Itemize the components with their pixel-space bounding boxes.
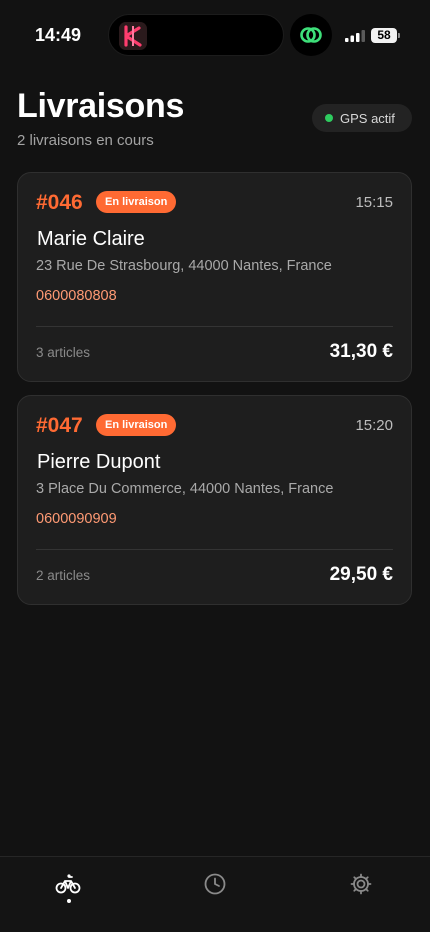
battery-icon: 58 bbox=[371, 28, 397, 43]
card-divider bbox=[36, 549, 393, 550]
status-bar: 14:49 58 bbox=[0, 0, 430, 70]
order-number: #046 bbox=[36, 191, 83, 214]
app-screen: 14:49 58 Livraisons 2 livraisons en cour… bbox=[0, 0, 430, 932]
page-subtitle: 2 livraisons en cours bbox=[17, 132, 154, 149]
customer-name: Marie Claire bbox=[37, 228, 145, 250]
gps-status-badge: GPS actif bbox=[312, 104, 412, 132]
live-activity-icon[interactable] bbox=[290, 14, 332, 56]
order-time: 15:15 bbox=[355, 194, 393, 211]
page-title: Livraisons bbox=[17, 87, 185, 125]
delivery-address[interactable]: 3 Place Du Commerce, 44000 Nantes, Franc… bbox=[36, 481, 333, 497]
order-total: 29,50 € bbox=[329, 564, 393, 585]
app-logo-icon bbox=[119, 22, 147, 50]
tab-deliveries[interactable] bbox=[38, 871, 98, 911]
gps-status-dot-icon bbox=[325, 114, 333, 122]
order-total: 31,30 € bbox=[329, 341, 393, 362]
delivery-card[interactable]: #047 En livraison 15:20 Pierre Dupont 3 … bbox=[17, 395, 412, 605]
customer-phone-link[interactable]: 0600090909 bbox=[36, 511, 117, 527]
status-badge: En livraison bbox=[96, 191, 177, 213]
delivery-card[interactable]: #046 En livraison 15:15 Marie Claire 23 … bbox=[17, 172, 412, 382]
gear-icon bbox=[350, 873, 372, 895]
delivery-address[interactable]: 23 Rue De Strasbourg, 44000 Nantes, Fran… bbox=[36, 258, 332, 274]
dynamic-island[interactable] bbox=[108, 14, 284, 56]
order-number: #047 bbox=[36, 414, 83, 437]
item-count: 2 articles bbox=[36, 568, 91, 583]
clock-icon bbox=[204, 873, 226, 895]
battery-tip bbox=[398, 33, 400, 38]
active-tab-indicator bbox=[67, 899, 71, 903]
item-count: 3 articles bbox=[36, 345, 91, 360]
tab-settings[interactable] bbox=[331, 871, 391, 911]
tab-history[interactable] bbox=[185, 871, 245, 911]
card-divider bbox=[36, 326, 393, 327]
status-time: 14:49 bbox=[35, 25, 82, 45]
signal-icon bbox=[345, 30, 365, 42]
gps-status-label: GPS actif bbox=[340, 110, 395, 126]
bottom-tab-bar bbox=[0, 856, 430, 932]
bicycle-icon bbox=[55, 874, 81, 894]
order-time: 15:20 bbox=[355, 417, 393, 434]
status-badge: En livraison bbox=[96, 414, 177, 436]
customer-name: Pierre Dupont bbox=[37, 451, 161, 473]
customer-phone-link[interactable]: 0600080808 bbox=[36, 288, 117, 304]
